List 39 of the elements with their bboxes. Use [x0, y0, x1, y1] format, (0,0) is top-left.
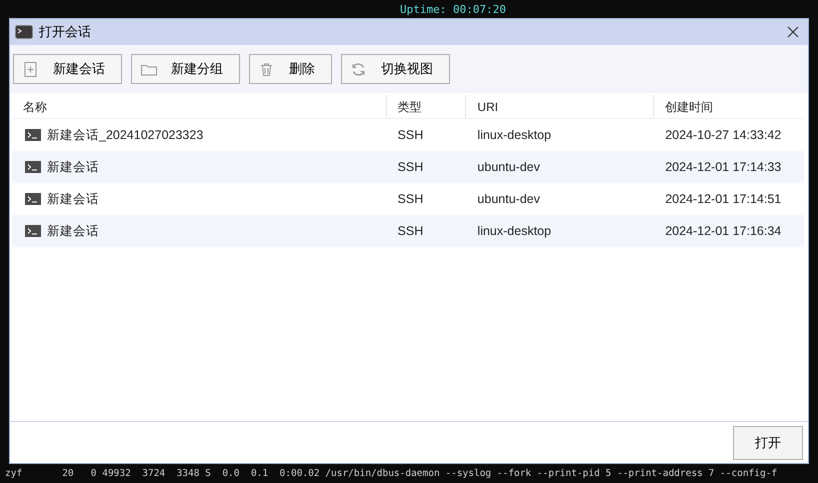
column-header[interactable]: 类型	[386, 95, 466, 118]
table-cell-text: SSH	[398, 158, 424, 176]
table-cell-text: SSH	[398, 190, 424, 208]
table-cell-text: ubuntu-dev	[477, 190, 540, 208]
table-cell-text: linux-desktop	[477, 222, 552, 240]
close-icon[interactable]	[787, 26, 799, 38]
terminal-icon	[25, 225, 41, 237]
window-title: 打开会话	[39, 23, 92, 42]
terminal-icon	[25, 161, 41, 173]
trash-icon	[258, 60, 275, 78]
session-name: 新建会话_20241027023323	[47, 126, 204, 144]
table-cell-text: 2024-12-01 17:16:34	[665, 222, 782, 240]
table-cell-text: SSH	[398, 126, 424, 144]
table-cell-text: 2024-12-01 17:14:33	[665, 158, 782, 176]
terminal-text: zyf 20 0 49932 3724 3348 S 0.0 0.1 0:00.02 /usr/bin/dbus-daemon --syslog --fork --print-pid 5 --print-address 7 --config-f	[5, 468, 778, 480]
session-name: 新建会话	[47, 190, 99, 208]
table-cell-text: SSH	[398, 222, 424, 240]
session-row[interactable]: 新建会话 SSH ubuntu-dev 2024-12-01 17:14:33	[12, 151, 804, 183]
terminal-icon	[25, 129, 41, 141]
table-cell-text: 2024-12-01 17:14:51	[665, 190, 782, 208]
table-cell-text: 2024-10-27 14:33:42	[665, 126, 782, 144]
session-name: 新建会话	[47, 222, 99, 240]
column-header[interactable]: URI	[466, 95, 654, 118]
column-header[interactable]: 创建时间	[654, 95, 804, 118]
toolbar-button[interactable]: 切换视图	[341, 54, 450, 84]
terminal-text: Uptime: 00:07:20	[400, 2, 506, 18]
terminal-icon	[25, 193, 41, 205]
toolbar-button[interactable]: 新建会话	[13, 54, 122, 84]
open-button[interactable]: 打开	[733, 426, 803, 460]
toolbar-button[interactable]: 删除	[249, 54, 332, 84]
column-header[interactable]: 名称	[12, 95, 387, 118]
refresh-icon	[350, 60, 367, 78]
table-cell-text: ubuntu-dev	[477, 158, 540, 176]
session-name: 新建会话	[47, 158, 99, 176]
toolbar-button[interactable]: 新建分组	[131, 54, 240, 84]
document-plus-icon	[22, 60, 39, 78]
terminal-icon	[15, 25, 33, 39]
table-cell-text: linux-desktop	[477, 126, 552, 144]
session-row[interactable]: 新建会话 SSH linux-desktop 2024-12-01 17:16:34	[12, 215, 804, 247]
